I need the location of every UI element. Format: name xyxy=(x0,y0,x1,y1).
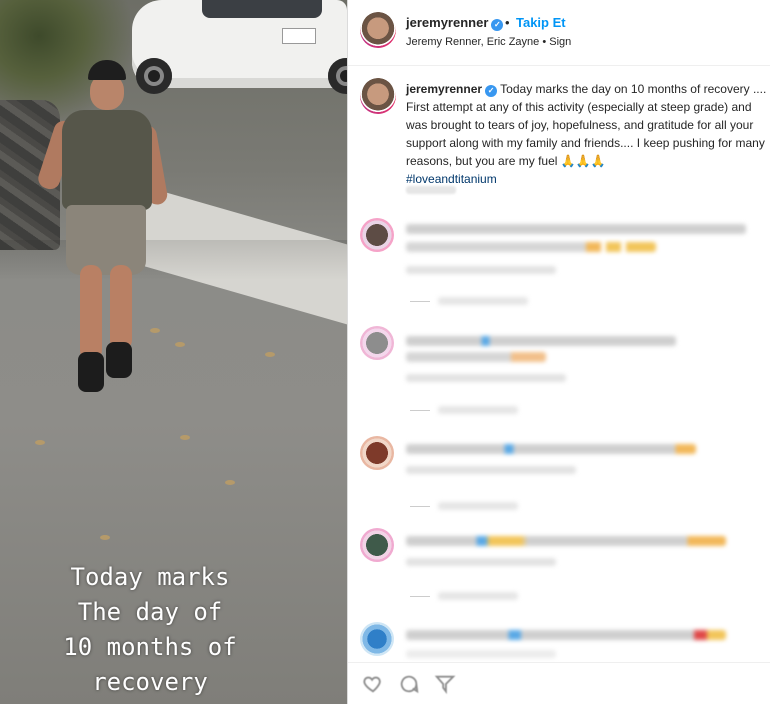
leaf xyxy=(225,480,235,485)
overlay-line: 10 months of xyxy=(63,633,237,661)
leaf xyxy=(175,342,185,347)
follow-button[interactable]: Takip Et xyxy=(516,15,566,30)
username-text[interactable]: jeremyrenner xyxy=(406,15,488,30)
overlay-line: The day of xyxy=(77,598,223,626)
comment-meta-blurred xyxy=(406,374,566,382)
caption-username[interactable]: jeremyrenner xyxy=(406,82,482,96)
comment-text-blurred xyxy=(406,444,696,454)
overlay-line: Today marks xyxy=(70,563,230,591)
runner-shoe xyxy=(78,352,104,392)
comment-avatar[interactable] xyxy=(360,326,394,360)
comment-meta-blurred xyxy=(406,558,556,566)
header-subline[interactable]: Jeremy Renner, Eric Zayne • Sign xyxy=(406,36,571,48)
comment-item xyxy=(360,528,765,616)
runner-cap xyxy=(88,60,126,80)
view-replies-blurred[interactable] xyxy=(438,592,518,600)
replies-dash xyxy=(410,596,430,597)
avatar[interactable] xyxy=(360,12,396,48)
replies-dash xyxy=(410,410,430,411)
separator-dot: • xyxy=(505,15,510,30)
leaf xyxy=(180,435,190,440)
comment-item xyxy=(360,218,765,306)
comment-text-blurred xyxy=(406,336,676,346)
comment-avatar[interactable] xyxy=(360,622,394,656)
video-text-overlay: Today marks The day of 10 months of reco… xyxy=(0,560,300,700)
comment-text-blurred xyxy=(406,536,726,546)
car-window xyxy=(202,0,322,18)
caption-avatar[interactable] xyxy=(360,78,396,114)
runner-shoe xyxy=(106,342,132,378)
comment-meta-blurred xyxy=(406,266,556,274)
caption-hashtag[interactable]: #loveandtitanium xyxy=(406,170,770,188)
comment-meta-blurred xyxy=(406,650,556,658)
car-wheel xyxy=(328,58,347,94)
overlay-line: recovery xyxy=(92,668,208,696)
comment-item xyxy=(360,622,765,662)
post-video[interactable]: Today marks The day of 10 months of reco… xyxy=(0,0,347,704)
comment-item xyxy=(360,326,765,414)
comment-icon[interactable] xyxy=(398,673,420,695)
comment-avatar[interactable] xyxy=(360,436,394,470)
caption-timestamp-blurred xyxy=(406,186,456,194)
verified-badge-icon: ✓ xyxy=(491,19,504,31)
heart-icon[interactable] xyxy=(362,673,384,695)
comment-text-blurred xyxy=(406,224,746,234)
car-license-plate xyxy=(282,28,316,44)
comment-text-blurred xyxy=(406,242,656,252)
post-header: jeremyrenner ✓ • Takip Et Jeremy Renner, … xyxy=(348,0,770,66)
comment-text-blurred xyxy=(406,352,546,362)
leaf xyxy=(265,352,275,357)
comment-item xyxy=(360,436,765,524)
leaf xyxy=(100,535,110,540)
comment-text-blurred xyxy=(406,630,726,640)
comment-avatar[interactable] xyxy=(360,528,394,562)
replies-dash xyxy=(410,301,430,302)
comment-meta-blurred xyxy=(406,466,576,474)
caption-text-block: jeremyrenner ✓ Today marks the day on 10 … xyxy=(406,80,770,188)
header-username[interactable]: jeremyrenner ✓ xyxy=(406,15,504,31)
post-action-bar xyxy=(348,662,770,704)
share-icon[interactable] xyxy=(434,673,456,695)
leaf xyxy=(35,440,45,445)
replies-dash xyxy=(410,506,430,507)
post-details-panel: jeremyrenner ✓ • Takip Et Jeremy Renner, … xyxy=(348,0,770,704)
runner-figure xyxy=(35,60,170,400)
comment-avatar[interactable] xyxy=(360,218,394,252)
runner-leg xyxy=(110,265,132,350)
runner-leg xyxy=(80,265,102,360)
view-replies-blurred[interactable] xyxy=(438,406,518,414)
view-replies-blurred[interactable] xyxy=(438,502,518,510)
runner-shorts xyxy=(66,205,146,275)
runner-shirt xyxy=(62,110,152,210)
view-replies-blurred[interactable] xyxy=(438,297,528,305)
verified-badge-icon: ✓ xyxy=(485,85,498,97)
